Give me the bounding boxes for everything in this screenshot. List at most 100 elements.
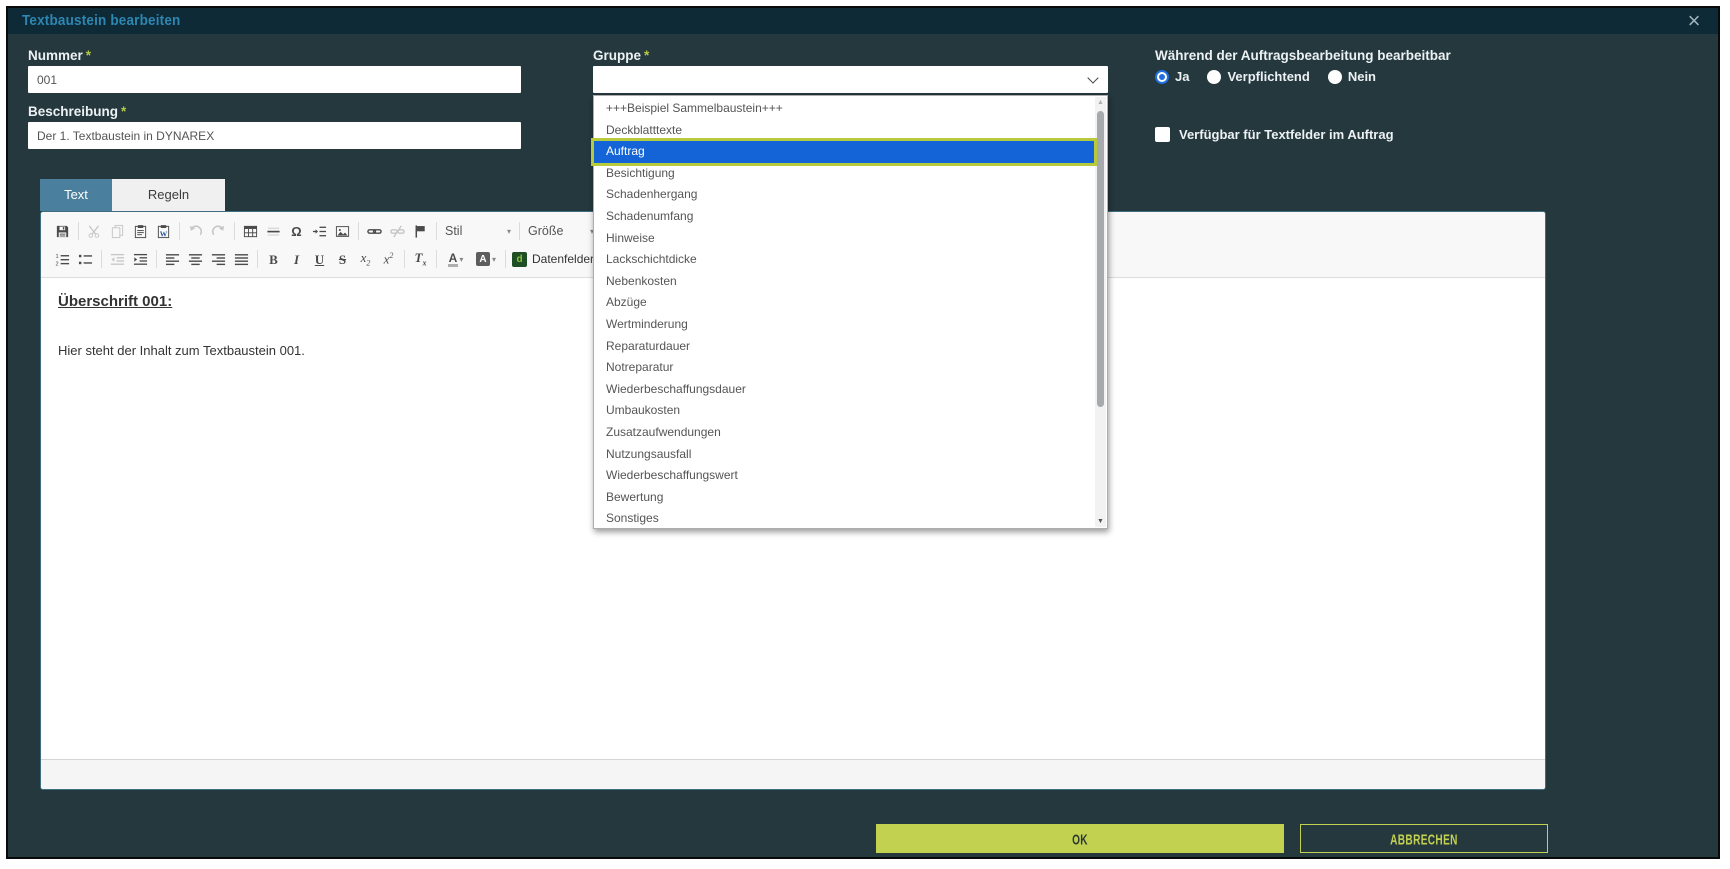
horizontal-line-icon (266, 224, 281, 239)
dropdown-option-20[interactable]: Sonstiges (594, 508, 1094, 530)
radio-label: Ja (1175, 69, 1189, 84)
chevron-down-icon: ▾ (507, 227, 511, 236)
required-asterisk: * (86, 48, 91, 63)
dropdown-option-2[interactable]: Deckblatttexte (594, 120, 1094, 142)
dropdown-option-11[interactable]: Wertminderung (594, 314, 1094, 336)
link-button[interactable] (363, 219, 386, 243)
unlink-icon (390, 224, 405, 239)
align-right-button[interactable] (207, 247, 230, 271)
dropdown-option-14[interactable]: Wiederbeschaffungsdauer (594, 379, 1094, 401)
align-justify-button[interactable] (230, 247, 253, 271)
align-left-icon (165, 252, 180, 267)
dropdown-option-1[interactable]: +++Beispiel Sammelbaustein+++ (594, 98, 1094, 120)
paste-button[interactable] (129, 219, 152, 243)
beschreibung-input[interactable] (28, 122, 521, 149)
toolbar-separator (436, 222, 437, 240)
outdent-button[interactable] (106, 247, 129, 271)
undo-button[interactable] (184, 219, 207, 243)
paste-from-word-button[interactable]: W (152, 219, 175, 243)
verfuegbar-checkbox-label: Verfügbar für Textfelder im Auftrag (1179, 127, 1394, 142)
gruppe-label: Gruppe* (593, 48, 649, 63)
editor-tabs: Text Regeln (40, 179, 225, 211)
horizontal-line-button[interactable] (262, 219, 285, 243)
dropdown-option-18[interactable]: Wiederbeschaffungswert (594, 465, 1094, 487)
align-center-button[interactable] (184, 247, 207, 271)
radio-option-ja[interactable]: Ja (1155, 69, 1189, 84)
tab-regeln[interactable]: Regeln (112, 179, 225, 211)
background-color-button[interactable]: A▾ (471, 247, 501, 271)
bold-button[interactable]: B (262, 247, 285, 271)
strikethrough-button[interactable]: S (331, 247, 354, 271)
cancel-button[interactable]: ABBRECHEN (1300, 824, 1548, 853)
subscript-button[interactable]: x2 (354, 247, 377, 271)
radio-label: Verpflichtend (1227, 69, 1309, 84)
datafields-button[interactable]: dDatenfelder (512, 252, 594, 267)
dropdown-scrollbar[interactable]: ▲ ▼ (1095, 97, 1106, 527)
page-break-icon (312, 224, 327, 239)
scroll-down-icon[interactable]: ▼ (1095, 518, 1106, 525)
combo-label: Größe (528, 224, 563, 238)
dropdown-option-19[interactable]: Bewertung (594, 487, 1094, 509)
radio-label: Nein (1348, 69, 1376, 84)
gruppe-select[interactable] (593, 66, 1108, 93)
dropdown-option-13[interactable]: Notreparatur (594, 357, 1094, 379)
align-left-button[interactable] (161, 247, 184, 271)
cut-button[interactable] (83, 219, 106, 243)
radio-option-verpflichtend[interactable]: Verpflichtend (1207, 69, 1309, 84)
screenshot-stage: Textbaustein bearbeiten × Nummer* Beschr… (0, 0, 1730, 869)
size-combo[interactable]: Größe▾ (528, 224, 594, 238)
page-break-button[interactable] (308, 219, 331, 243)
radio-selected-icon (1155, 70, 1169, 84)
radio-unselected-icon (1328, 70, 1342, 84)
dropdown-option-12[interactable]: Reparaturdauer (594, 336, 1094, 358)
undo-icon (188, 224, 203, 239)
anchor-flag-button[interactable] (409, 219, 432, 243)
unlink-button[interactable] (386, 219, 409, 243)
special-character-button[interactable]: Ω (285, 219, 308, 243)
radio-option-nein[interactable]: Nein (1328, 69, 1376, 84)
scrollbar-thumb[interactable] (1097, 111, 1104, 407)
dropdown-option-9[interactable]: Nebenkosten (594, 271, 1094, 293)
dropdown-option-15[interactable]: Umbaukosten (594, 400, 1094, 422)
italic-button[interactable]: I (285, 247, 308, 271)
gruppe-dropdown: +++Beispiel Sammelbaustein+++Deckblattte… (593, 95, 1108, 529)
indent-icon (133, 252, 148, 267)
text-color-button[interactable]: A▾ (441, 247, 471, 271)
dropdown-option-3[interactable]: Auftrag (594, 141, 1094, 163)
remove-format-button[interactable]: Tx (409, 247, 432, 271)
bulleted-list-button[interactable] (74, 247, 97, 271)
dropdown-option-17[interactable]: Nutzungsausfall (594, 444, 1094, 466)
style-combo[interactable]: Stil▾ (445, 224, 511, 238)
close-button[interactable]: × (1682, 8, 1706, 34)
dialog-title: Textbaustein bearbeiten (22, 8, 180, 34)
superscript-button[interactable]: x2 (377, 247, 400, 271)
toolbar-separator (156, 250, 157, 268)
dropdown-option-7[interactable]: Hinweise (594, 228, 1094, 250)
dropdown-option-4[interactable]: Besichtigung (594, 163, 1094, 185)
image-button[interactable] (331, 219, 354, 243)
underline-button[interactable]: U (308, 247, 331, 271)
dropdown-option-16[interactable]: Zusatzaufwendungen (594, 422, 1094, 444)
copy-button[interactable] (106, 219, 129, 243)
redo-button[interactable] (207, 219, 230, 243)
outdent-icon (110, 252, 125, 267)
table-button[interactable] (239, 219, 262, 243)
dropdown-option-6[interactable]: Schadenumfang (594, 206, 1094, 228)
dropdown-option-8[interactable]: Lackschichtdicke (594, 249, 1094, 271)
datafields-icon: d (512, 252, 527, 267)
dropdown-option-10[interactable]: Abzüge (594, 292, 1094, 314)
indent-button[interactable] (129, 247, 152, 271)
dropdown-option-5[interactable]: Schadenhergang (594, 184, 1094, 206)
tab-text[interactable]: Text (40, 179, 112, 211)
dialog-textbaustein-bearbeiten: Textbaustein bearbeiten × Nummer* Beschr… (6, 6, 1720, 859)
svg-text:1: 1 (55, 253, 58, 259)
bulleted-list-icon (78, 252, 93, 267)
nummer-input[interactable] (28, 66, 521, 93)
scroll-up-icon[interactable]: ▲ (1095, 99, 1106, 106)
numbered-list-button[interactable]: 12 (51, 247, 74, 271)
save-button[interactable] (51, 219, 74, 243)
ok-button[interactable]: OK (876, 824, 1284, 853)
verfuegbar-checkbox[interactable] (1155, 127, 1170, 142)
toolbar-separator (101, 250, 102, 268)
toolbar-separator (519, 222, 520, 240)
